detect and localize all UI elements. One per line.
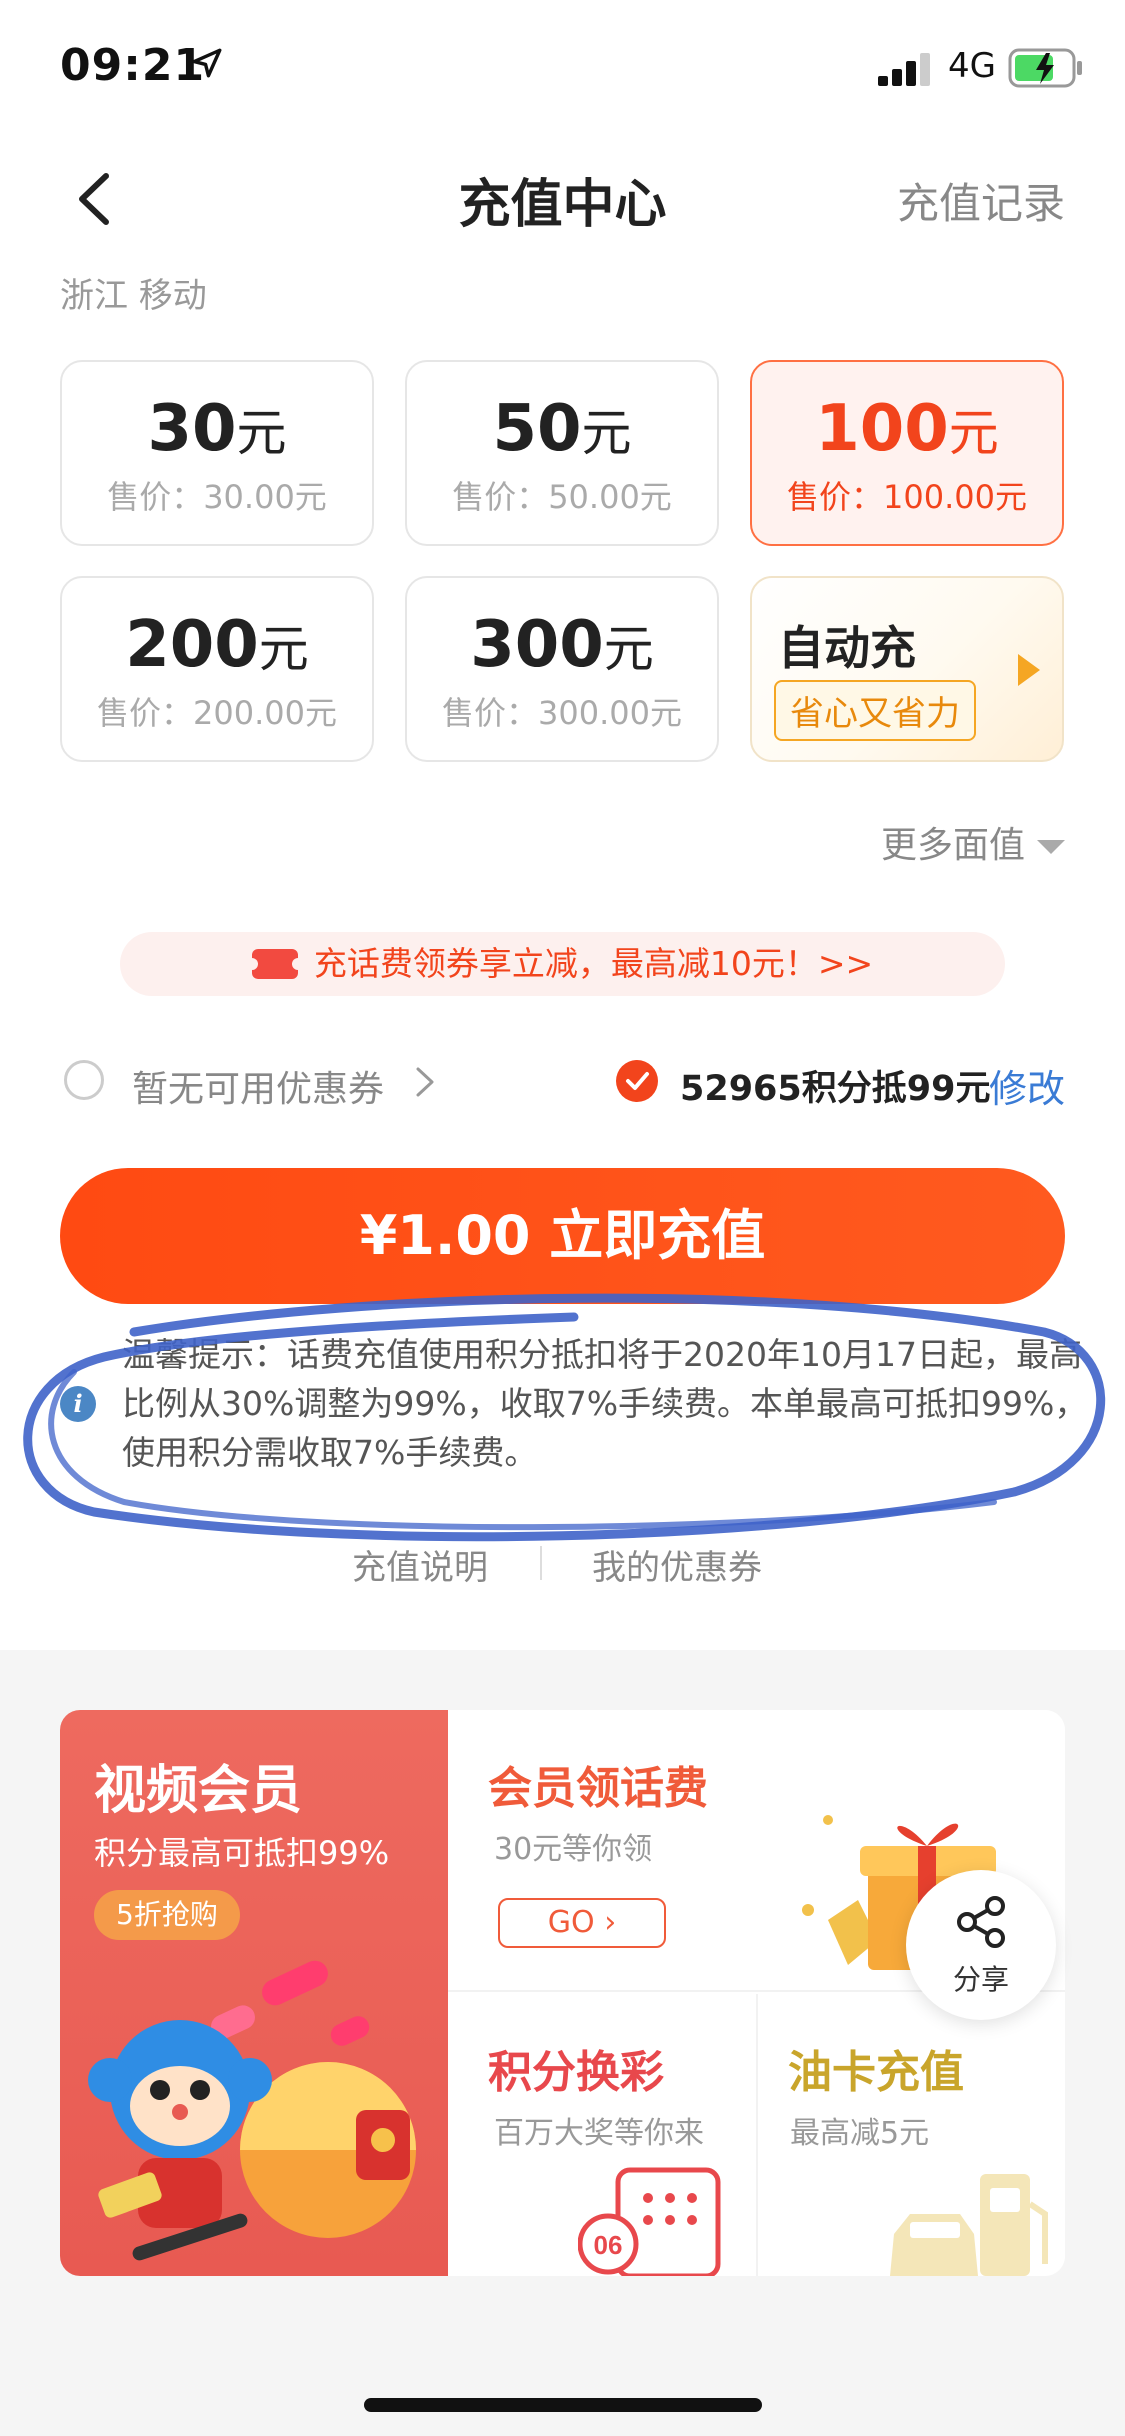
nav-bar: 充值中心 充值记录 [0,150,1125,250]
member-fee-subtitle: 30元等你领 [494,1832,653,1867]
denomination-card-50[interactable]: 50元 售价：50.00元 [405,360,719,546]
checkmark-icon [626,1072,649,1090]
fuel-card-promo[interactable]: 油卡充值 最高减5元 [760,1994,1065,2276]
cellular-signal-icon [878,53,930,86]
monkey-mascot-illustration [88,1960,416,2261]
share-label: 分享 [952,1963,1009,1996]
denomination-card-30[interactable]: 30元 售价：30.00元 [60,360,374,546]
denomination-price: 售价：50.00元 [452,478,672,516]
blue-annotation-scribble [23,1293,1106,1542]
denomination-amount: 30元 [147,392,287,466]
status-time: 09:21 [60,40,206,91]
denomination-price: 售价：100.00元 [787,478,1027,516]
auto-recharge-card[interactable]: 自动充 省心又省力 [750,576,1064,762]
lottery-title: 积分换彩 [488,2047,664,2098]
more-denominations-label: 更多面值 [880,825,1025,866]
battery-charging-icon [1008,48,1082,88]
denomination-price: 售价：300.00元 [442,694,682,732]
more-denominations-toggle[interactable]: 更多面值 [881,816,1065,868]
coupon-points-row: 暂无可用优惠券 52965积分抵99元 修改 [60,1052,1065,1112]
network-type: 4G [948,46,996,86]
recharge-history-link[interactable]: 充值记录 [897,170,1065,231]
home-indicator[interactable] [364,2398,762,2412]
lottery-subtitle: 百万大奖等你来 [494,2116,704,2151]
denomination-price: 售价：200.00元 [97,694,337,732]
share-icon [957,1896,1005,1948]
points-lottery-promo[interactable]: 积分换彩 百万大奖等你来 06 [448,1994,758,2276]
lottery-ticket-number: 06 [594,2230,623,2260]
vip-title: 视频会员 [94,1761,303,1821]
denomination-amount: 200元 [125,608,309,682]
denomination-card-300[interactable]: 300元 售价：300.00元 [405,576,719,762]
promo-banner-text: 充话费领券享立减，最高减10元！>> [313,944,874,983]
points-checkbox-checked[interactable] [616,1060,658,1102]
back-chevron-icon[interactable] [62,164,132,234]
auto-recharge-tag: 省心又省力 [774,680,976,741]
promo-section: 视频会员 积分最高可抵扣99% 5折抢购 会员领话费 30元等你领 GO › 积… [0,1650,1125,2436]
modify-points-link[interactable]: 修改 [989,1058,1065,1113]
denomination-amount: 50元 [492,392,632,466]
fuel-card-title: 油卡充值 [788,2047,964,2098]
link-divider [540,1546,542,1580]
go-button[interactable]: GO › [498,1898,666,1948]
arrow-right-icon [1018,654,1040,686]
video-vip-promo[interactable]: 视频会员 积分最高可抵扣99% 5折抢购 [60,1710,448,2276]
share-button[interactable]: 分享 [906,1870,1056,2020]
denomination-card-100-selected[interactable]: 100元 售价：100.00元 [750,360,1064,546]
lottery-ticket-illustration: 06 [578,2167,721,2276]
my-coupons-link[interactable]: 我的优惠券 [592,1540,762,1589]
coupon-label[interactable]: 暂无可用优惠券 [132,1060,384,1112]
ticket-icon [245,949,304,979]
coupon-promo-banner[interactable]: 充话费领券享立减，最高减10元！>> [120,932,1005,996]
carrier-region: 浙江 移动 [60,276,207,316]
chevron-right-icon[interactable] [414,1066,436,1098]
member-fee-title: 会员领话费 [488,1763,708,1814]
points-deduction-text: 52965积分抵99元 [680,1069,991,1109]
fuel-card-subtitle: 最高减5元 [790,2116,930,2151]
denomination-price: 售价：30.00元 [107,478,327,516]
denomination-amount: 300元 [470,608,654,682]
denomination-card-200[interactable]: 200元 售价：200.00元 [60,576,374,762]
location-arrow-icon [192,48,222,78]
vip-discount-badge: 5折抢购 [94,1890,240,1940]
coupon-radio[interactable] [64,1060,104,1100]
status-bar: 09:21 4G [0,0,1125,132]
recharge-instructions-link[interactable]: 充值说明 [352,1540,488,1589]
vip-subtitle: 积分最高可抵扣99% [94,1834,390,1872]
auto-recharge-title: 自动充 [778,621,916,675]
fuel-pump-illustration [890,2174,1048,2276]
denomination-amount: 100元 [815,392,999,466]
caret-down-icon [1037,840,1065,854]
